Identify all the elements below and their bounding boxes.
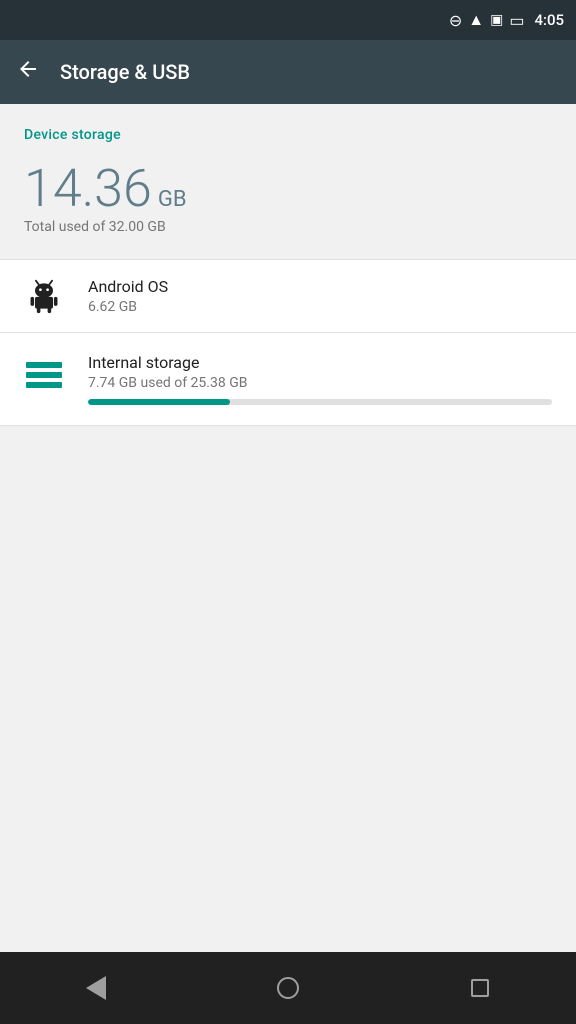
internal-storage-title: Internal storage: [88, 353, 552, 372]
storage-used-unit: GB: [158, 187, 187, 212]
back-button[interactable]: [16, 57, 40, 87]
internal-storage-text: Internal storage 7.74 GB used of 25.38 G…: [88, 353, 552, 405]
battery-icon: ▭: [509, 11, 524, 30]
content-area: Device storage 14.36 GB Total used of 32…: [0, 104, 576, 952]
internal-storage-progress-track: [88, 399, 552, 405]
do-not-disturb-icon: ⊖: [449, 11, 462, 30]
nav-recent-button[interactable]: [450, 958, 510, 1018]
internal-storage-icon: [24, 357, 64, 397]
storage-used-number: 14.36: [24, 163, 152, 215]
status-bar: ⊖ ▲ ▣ ▭ 4:05: [0, 0, 576, 40]
android-os-subtitle: 6.62 GB: [88, 299, 552, 315]
internal-storage-item[interactable]: Internal storage 7.74 GB used of 25.38 G…: [0, 333, 576, 425]
section-label: Device storage: [24, 127, 121, 143]
status-time: 4:05: [534, 11, 564, 29]
app-bar: Storage & USB: [0, 40, 576, 104]
status-icons: ⊖ ▲ ▣ ▭ 4:05: [449, 10, 564, 30]
device-storage-section: Device storage: [0, 104, 576, 155]
nav-home-button[interactable]: [258, 958, 318, 1018]
signal-icon: ▣: [490, 12, 503, 28]
nav-home-icon: [277, 977, 299, 999]
wifi-icon: ▲: [468, 10, 484, 30]
nav-recent-icon: [471, 979, 489, 997]
android-os-text: Android OS 6.62 GB: [88, 277, 552, 315]
android-os-icon: [24, 276, 64, 316]
internal-storage-subtitle: 7.74 GB used of 25.38 GB: [88, 375, 552, 391]
storage-summary: 14.36 GB Total used of 32.00 GB: [0, 155, 576, 259]
storage-used-display: 14.36 GB: [24, 163, 552, 215]
internal-storage-progress-fill: [88, 399, 230, 405]
storage-total-text: Total used of 32.00 GB: [24, 219, 552, 235]
android-os-item[interactable]: Android OS 6.62 GB: [0, 260, 576, 332]
divider-bottom: [0, 425, 576, 426]
android-os-title: Android OS: [88, 277, 552, 296]
navigation-bar: [0, 952, 576, 1024]
nav-back-button[interactable]: [66, 958, 126, 1018]
nav-back-icon: [86, 976, 106, 1000]
page-title: Storage & USB: [60, 60, 190, 84]
